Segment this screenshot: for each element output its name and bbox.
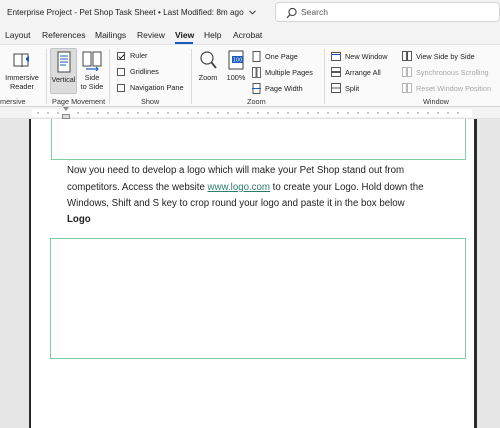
zoom-100-icon: 100 [228,50,244,70]
arrange-all-label: Arrange All [345,67,381,77]
group-divider [324,49,325,104]
synchronous-scrolling-label: Synchronous Scrolling [416,67,489,77]
ruler-track [32,109,472,117]
immersive-reader-icon [13,53,29,68]
multiple-pages-label: Multiple Pages [265,68,313,77]
navigation-pane-checkbox[interactable]: Navigation Pane [117,83,184,92]
side-to-side-line2: to Side [80,82,104,91]
zoom-100-label: 100% [226,73,246,82]
ruler-checkbox[interactable]: Ruler [117,51,147,60]
group-divider [109,49,110,104]
immersive-reader-button[interactable]: Immersive Reader [2,49,42,91]
vertical-button[interactable]: Vertical [50,48,77,94]
ribbon: Immersive Reader mersive Vertical Side t… [0,44,500,107]
multiple-pages-icon [252,67,261,78]
split-label: Split [345,83,360,93]
group-label-page-movement: Page Movement [52,97,106,106]
magnifier-icon [200,51,217,69]
logo-paste-box[interactable] [50,238,466,359]
new-window-icon [331,52,341,61]
vertical-label: Vertical [51,75,76,84]
reset-window-icon [402,83,412,93]
split-button[interactable]: Split [331,83,359,93]
document-title[interactable]: Enterprise Project - Pet Shop Task Sheet… [7,8,256,17]
one-page-label: One Page [265,52,298,61]
ruler-checkbox-box[interactable] [117,51,125,60]
page-width-icon [252,83,261,94]
page-width-button[interactable]: Page Width [252,83,303,94]
svg-text:100: 100 [233,58,243,64]
group-label-window: Window [423,97,449,106]
tab-acrobat[interactable]: Acrobat [233,30,262,40]
zoom-100-button[interactable]: 100 100% [225,49,247,82]
tab-review[interactable]: Review [137,30,165,40]
logo-heading: Logo [67,214,91,225]
synchronous-scrolling-button[interactable]: Synchronous Scrolling [402,67,489,77]
group-divider [46,49,47,104]
logo-website-link[interactable]: www.logo.com [208,182,270,193]
group-label-immersive: mersive [0,97,26,106]
immersive-reader-line2: Reader [10,82,34,91]
tab-layout[interactable]: Layout [5,30,31,40]
zoom-label: Zoom [198,73,218,82]
ruler-ticks [37,112,459,114]
ruler-checkbox-label: Ruler [130,51,148,60]
search-placeholder: Search [301,7,328,17]
side-to-side-line1: Side [84,73,100,82]
document-title-text: Enterprise Project - Pet Shop Task Sheet [7,8,156,17]
search-icon [286,7,297,19]
ribbon-tabs: Layout References Mailings Review View H… [0,27,500,44]
title-bar: Enterprise Project - Pet Shop Task Sheet… [0,0,500,27]
one-page-icon [252,51,261,62]
reset-window-position-label: Reset Window Position [416,83,492,93]
tab-references[interactable]: References [42,30,85,40]
navigation-pane-checkbox-label: Navigation Pane [130,83,184,92]
group-divider [191,49,192,104]
new-window-label: New Window [345,51,388,61]
group-label-zoom: Zoom [247,97,266,106]
search-input[interactable]: Search [275,2,500,22]
multiple-pages-button[interactable]: Multiple Pages [252,67,313,78]
new-window-button[interactable]: New Window [331,51,388,61]
side-by-side-icon [402,51,412,61]
arrange-all-button[interactable]: Arrange All [331,67,381,77]
zoom-button[interactable]: Zoom [196,49,220,82]
horizontal-ruler[interactable] [0,107,500,119]
arrange-all-icon [331,67,341,77]
title-separator: • [157,8,161,17]
gridlines-checkbox-box[interactable] [117,67,125,76]
side-to-side-icon [82,51,102,71]
split-icon [331,83,341,93]
gridlines-checkbox[interactable]: Gridlines [117,67,159,76]
immersive-reader-line1: Immersive [5,73,39,82]
page-width-label: Page Width [265,84,303,93]
view-side-by-side-label: View Side by Side [416,51,475,61]
side-to-side-button[interactable]: Side to Side [79,49,105,91]
tab-mailings[interactable]: Mailings [95,30,126,40]
navigation-pane-checkbox-box[interactable] [117,83,125,92]
last-modified-text: Last Modified: 8m ago [163,8,244,17]
one-page-button[interactable]: One Page [252,51,298,62]
group-label-show: Show [141,97,160,106]
first-line-indent-marker[interactable] [63,107,69,111]
instruction-paragraph[interactable]: Now you need to develop a logo which wil… [67,163,447,213]
sync-scrolling-icon [402,67,412,77]
content-box-previous[interactable] [51,119,466,160]
view-side-by-side-button[interactable]: View Side by Side [402,51,475,61]
chevron-down-icon[interactable] [249,8,256,17]
tab-view[interactable]: View [175,30,194,40]
tab-help[interactable]: Help [204,30,221,40]
reset-window-position-button[interactable]: Reset Window Position [402,83,491,93]
gridlines-checkbox-label: Gridlines [130,67,159,76]
vertical-pages-icon [57,51,70,73]
